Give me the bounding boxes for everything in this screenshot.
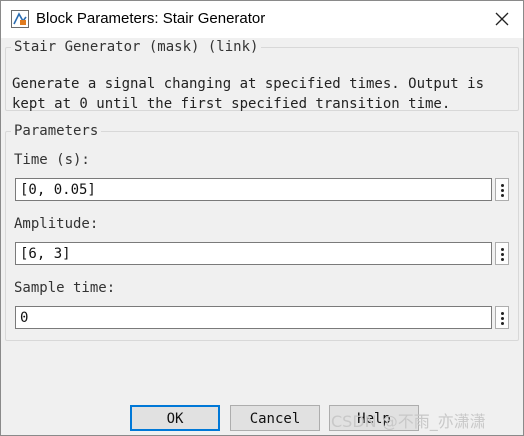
time-menu-button[interactable] <box>495 178 509 201</box>
ok-button[interactable]: OK <box>130 405 220 431</box>
window-title: Block Parameters: Stair Generator <box>36 10 266 27</box>
parameters-legend: Parameters <box>14 123 99 139</box>
description-group: Stair Generator (mask) (link) Generate a… <box>5 39 519 112</box>
sample-time-label: Sample time: <box>14 280 116 296</box>
amplitude-menu-button[interactable] <box>495 242 509 265</box>
dialog-window: Block Parameters: Stair Generator Stair … <box>0 0 524 436</box>
time-input[interactable] <box>15 178 492 201</box>
block-description: Generate a signal changing at specified … <box>12 76 485 112</box>
simulink-block-icon <box>11 10 29 28</box>
close-button[interactable] <box>485 3 519 35</box>
time-label: Time (s): <box>14 152 90 168</box>
cancel-button[interactable]: Cancel <box>230 405 320 431</box>
sample-time-input[interactable] <box>15 306 492 329</box>
title-bar[interactable]: Block Parameters: Stair Generator <box>1 1 523 38</box>
amplitude-label: Amplitude: <box>14 216 99 232</box>
watermark: CSDN @不雨_亦潇潇 <box>331 412 486 431</box>
amplitude-input[interactable] <box>15 242 492 265</box>
close-icon <box>495 12 509 26</box>
sample-time-menu-button[interactable] <box>495 306 509 329</box>
mask-title: Stair Generator (mask) (link) <box>14 39 259 55</box>
